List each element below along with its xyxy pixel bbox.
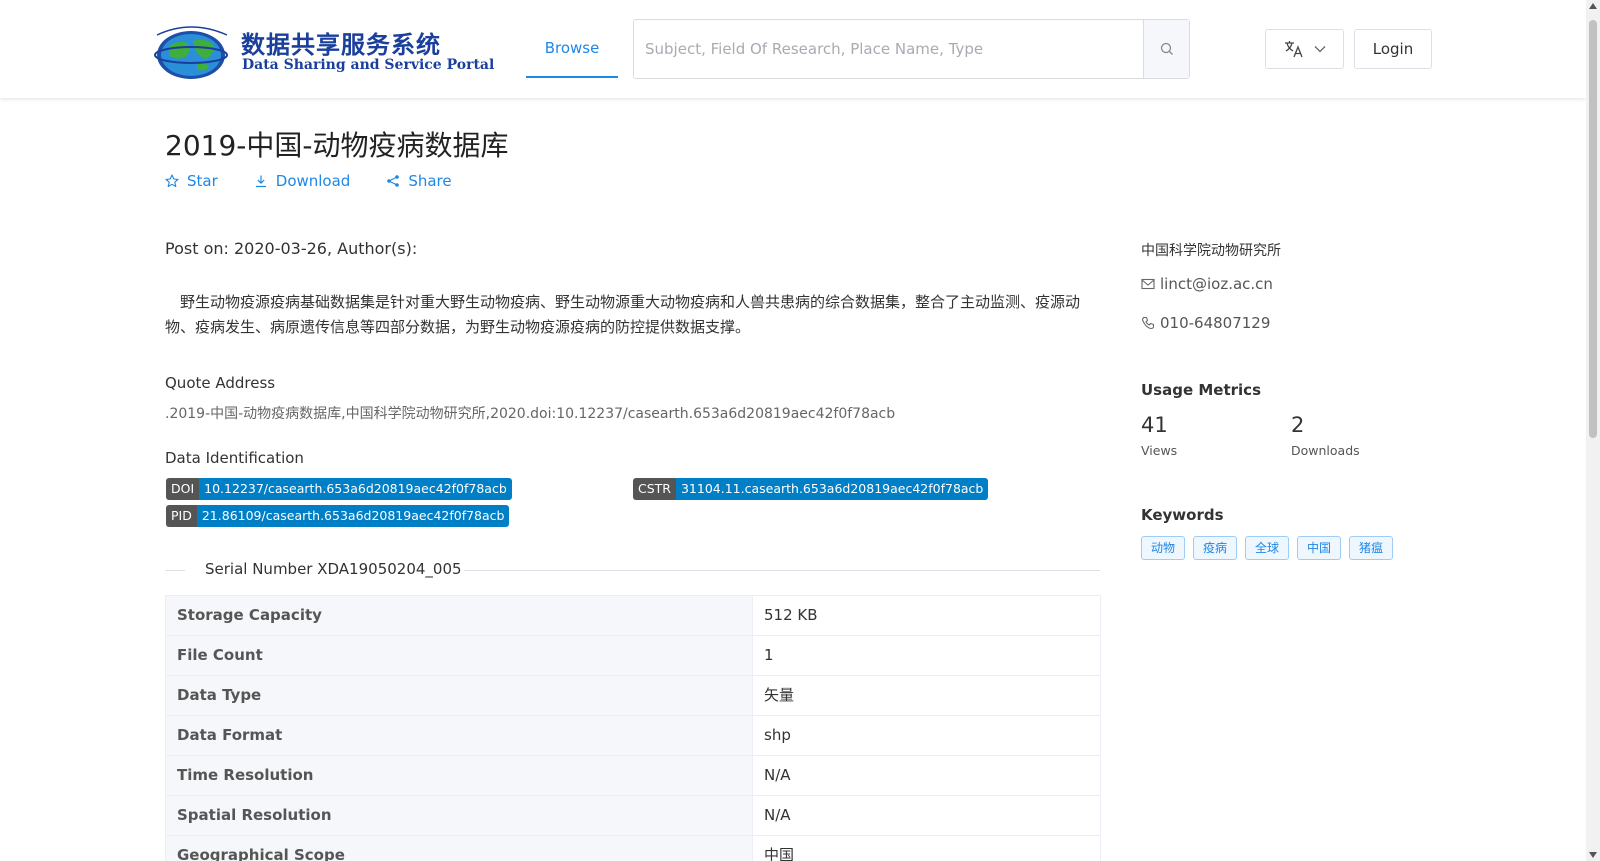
doi-badge-value: 10.12237/casearth.653a6d20819aec42f0f78a… xyxy=(199,478,512,500)
info-key: Spatial Resolution xyxy=(166,796,753,835)
dataset-info-table: Storage Capacity 512 KB File Count 1 Dat… xyxy=(165,595,1101,861)
login-button[interactable]: Login xyxy=(1354,29,1432,69)
mail-icon xyxy=(1141,278,1155,290)
info-key: Geographical Scope xyxy=(166,836,753,861)
table-row: Geographical Scope 中国 xyxy=(166,836,1100,861)
download-button[interactable]: Download xyxy=(254,172,351,190)
logo-title-cn: 数据共享服务系统 xyxy=(241,30,441,59)
info-value: 矢量 xyxy=(764,686,795,704)
table-row: Data Type 矢量 xyxy=(166,676,1100,716)
serial-number-divider: Serial Number XDA19050204_005 xyxy=(165,560,1100,580)
phone-text: 010-64807129 xyxy=(1160,314,1271,332)
globe-logo-icon xyxy=(154,26,228,79)
info-value: N/A xyxy=(764,766,791,784)
pid-badge-value: 21.86109/casearth.653a6d20819aec42f0f78a… xyxy=(196,505,510,527)
data-identification-label: Data Identification xyxy=(165,449,304,467)
contact-phone: 010-64807129 xyxy=(1141,314,1270,332)
divider-line-right xyxy=(464,570,1100,571)
star-label: Star xyxy=(187,172,218,190)
pid-badge-key: PID xyxy=(166,505,197,527)
share-label: Share xyxy=(408,172,452,190)
keyword-tag[interactable]: 疫病 xyxy=(1193,536,1237,560)
table-row: File Count 1 xyxy=(166,636,1100,676)
cstr-badge-value: 31104.11.casearth.653a6d20819aec42f0f78a… xyxy=(675,478,989,500)
chevron-down-icon xyxy=(1314,46,1325,53)
cstr-badge[interactable]: CSTR 31104.11.casearth.653a6d20819aec42f… xyxy=(633,478,989,500)
table-row: Spatial Resolution N/A xyxy=(166,796,1100,836)
info-key: Data Format xyxy=(166,716,753,755)
usage-metrics-heading: Usage Metrics xyxy=(1141,381,1261,399)
pid-badge[interactable]: PID 21.86109/casearth.653a6d20819aec42f0… xyxy=(166,505,510,527)
search-button[interactable] xyxy=(1143,20,1189,78)
info-key: Time Resolution xyxy=(166,756,753,795)
share-icon xyxy=(387,175,400,187)
table-row: Time Resolution N/A xyxy=(166,756,1100,796)
contact-email[interactable]: linct@ioz.ac.cn xyxy=(1141,275,1273,293)
info-key: Data Type xyxy=(166,676,753,715)
table-row: Data Format shp xyxy=(166,716,1100,756)
keywords-heading: Keywords xyxy=(1141,506,1224,524)
downloads-count: 2 xyxy=(1291,413,1305,437)
info-value: 512 KB xyxy=(764,606,818,624)
keyword-tag[interactable]: 中国 xyxy=(1297,536,1341,560)
logo-title-en: Data Sharing and Service Portal xyxy=(242,57,495,73)
post-date-authors: Post on: 2020-03-26, Author(s): xyxy=(165,239,418,258)
info-value: 中国 xyxy=(764,846,795,861)
dataset-description: 野生动物疫源疫病基础数据集是针对重大野生动物疫病、野生动物源重大动物疫病和人兽共… xyxy=(165,293,1081,336)
page-scrollbar[interactable] xyxy=(1586,0,1600,861)
translate-icon xyxy=(1284,41,1303,58)
keyword-tag[interactable]: 全球 xyxy=(1245,536,1289,560)
search-box xyxy=(633,19,1190,79)
views-count: 41 xyxy=(1141,413,1168,437)
top-header: 数据共享服务系统 Data Sharing and Service Portal… xyxy=(0,0,1586,98)
organization-name: 中国科学院动物研究所 xyxy=(1141,243,1281,259)
cstr-badge-key: CSTR xyxy=(633,478,676,500)
quote-address-label: Quote Address xyxy=(165,374,276,392)
info-key: File Count xyxy=(166,636,753,675)
quote-address-text: .2019-中国-动物疫病数据库,中国科学院动物研究所,2020.doi:10.… xyxy=(165,406,896,422)
divider-line-left xyxy=(165,570,185,571)
info-value: N/A xyxy=(764,806,791,824)
dataset-actions: Star Download Share xyxy=(165,172,452,190)
info-value: 1 xyxy=(764,646,774,664)
doi-badge[interactable]: DOI 10.12237/casearth.653a6d20819aec42f0… xyxy=(166,478,512,500)
language-switch-button[interactable] xyxy=(1265,29,1344,69)
download-icon xyxy=(255,175,266,188)
search-input[interactable] xyxy=(634,20,1144,78)
email-text: linct@ioz.ac.cn xyxy=(1160,275,1273,293)
views-label: Views xyxy=(1141,443,1178,458)
site-logo[interactable]: 数据共享服务系统 Data Sharing and Service Portal xyxy=(153,21,494,81)
keyword-tag[interactable]: 猪瘟 xyxy=(1349,536,1393,560)
doi-badge-key: DOI xyxy=(166,478,200,500)
scroll-down-arrow[interactable] xyxy=(1589,852,1597,858)
nav-browse-tab[interactable]: Browse xyxy=(526,20,618,78)
star-icon xyxy=(165,174,179,188)
phone-icon xyxy=(1141,316,1155,330)
star-button[interactable]: Star xyxy=(165,172,218,190)
scroll-thumb[interactable] xyxy=(1589,20,1597,438)
serial-number: Serial Number XDA19050204_005 xyxy=(205,560,462,578)
scroll-up-arrow[interactable] xyxy=(1589,3,1597,9)
page-title: 2019-中国-动物疫病数据库 xyxy=(165,129,509,162)
info-key: Storage Capacity xyxy=(166,596,753,635)
share-button[interactable]: Share xyxy=(386,172,452,190)
search-icon xyxy=(1160,42,1173,55)
keyword-tag[interactable]: 动物 xyxy=(1141,536,1185,560)
download-label: Download xyxy=(275,172,351,190)
downloads-label: Downloads xyxy=(1291,443,1360,458)
info-value: shp xyxy=(764,726,791,744)
table-row: Storage Capacity 512 KB xyxy=(166,596,1100,636)
